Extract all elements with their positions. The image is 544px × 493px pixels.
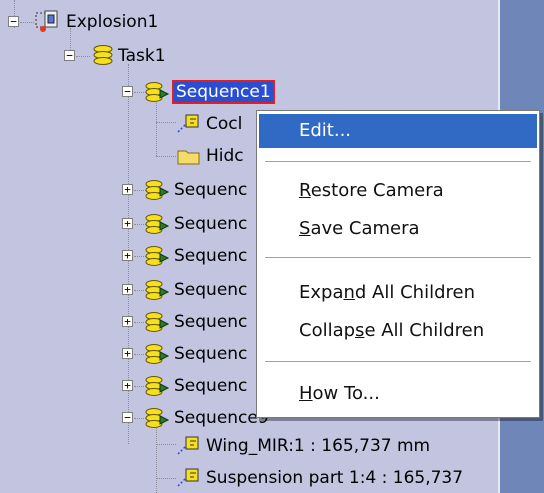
tree-node-sequence[interactable]: Sequenc: [144, 340, 247, 368]
tree-node-label: Explosion1: [66, 12, 159, 32]
menu-accelerator: S: [299, 218, 311, 239]
tree-expander-expand[interactable]: +: [122, 250, 133, 261]
tree-guide-line: [76, 56, 90, 57]
tree-expander-expand[interactable]: +: [122, 348, 133, 359]
menu-item-label: d All Children: [354, 282, 475, 303]
sequence-icon: [145, 82, 170, 102]
menu-item-label: estore Camera: [310, 180, 444, 201]
tree-node-sequence[interactable]: Sequenc: [144, 276, 247, 304]
tree-expander-expand[interactable]: +: [122, 184, 133, 195]
menu-item-label: Edit...: [299, 120, 352, 141]
tree-node-task[interactable]: Task1: [92, 42, 166, 70]
shot-icon: [177, 436, 199, 455]
sequence-icon: [145, 344, 170, 364]
menu-item-label: Collap: [299, 320, 356, 341]
tree-node-sequence-expanded[interactable]: Sequence9: [144, 404, 269, 432]
tree-node-label: Hidc: [206, 146, 244, 166]
sequence-icon: [145, 408, 170, 428]
tree-expander-expand[interactable]: +: [122, 380, 133, 391]
tree-guide-line: [156, 444, 176, 445]
tree-node-label: Sequenc: [174, 180, 248, 200]
tree-node-label: Cocl: [206, 114, 243, 134]
tree-expander-expand[interactable]: +: [122, 284, 133, 295]
menu-item-label: ave Camera: [310, 218, 420, 239]
tree-node-label: Suspension part 1:4 : 165,737: [206, 468, 464, 488]
tree-node-label: Sequenc: [174, 376, 248, 396]
tree-expander-expand[interactable]: +: [122, 316, 133, 327]
tree-node-hidden-folder[interactable]: Hidc: [176, 142, 244, 170]
tree-expander-collapse[interactable]: −: [8, 16, 19, 27]
sequence-icon: [145, 376, 170, 396]
tree-guide-line: [20, 22, 34, 23]
menu-item-how-to[interactable]: How To...: [259, 377, 537, 411]
tree-expander-collapse[interactable]: −: [64, 50, 75, 61]
tree-node-sequence[interactable]: Sequenc: [144, 210, 247, 238]
menu-separator: [265, 361, 531, 363]
menu-item-edit[interactable]: Edit...: [259, 114, 537, 148]
menu-item-save-camera[interactable]: Save Camera: [259, 212, 537, 246]
tree-node-sequence-selected[interactable]: Sequence1: [144, 78, 275, 106]
tree-expander-collapse[interactable]: −: [122, 86, 133, 97]
tree-node-shot-camera[interactable]: Cocl: [176, 110, 242, 138]
sequence-icon: [145, 246, 170, 266]
explosion-icon: [35, 10, 58, 32]
context-menu: Edit... Restore Camera Save Camera Expan…: [256, 110, 540, 418]
menu-item-restore-camera[interactable]: Restore Camera: [259, 174, 537, 208]
tree-node-label: Sequenc: [174, 246, 248, 266]
tree-node-label: Sequenc: [174, 312, 248, 332]
menu-separator: [265, 161, 531, 163]
tree-node-label: Sequenc: [174, 344, 248, 364]
menu-accelerator: R: [299, 180, 311, 201]
sequence-icon: [145, 312, 170, 332]
tree-expander-expand[interactable]: +: [122, 218, 133, 229]
shot-icon: [177, 468, 199, 487]
sequence-icon: [145, 280, 170, 300]
tree-node-sequence[interactable]: Sequenc: [144, 176, 247, 204]
tree-node-label: Sequenc: [174, 280, 248, 300]
tree-node-shot[interactable]: Wing_MIR:1 : 165,737 mm: [176, 432, 430, 460]
shot-icon: [177, 114, 199, 133]
tree-guide-line: [156, 122, 176, 123]
menu-accelerator: H: [299, 383, 313, 404]
menu-item-collapse-all[interactable]: Collapse All Children: [259, 314, 537, 348]
tree-node-sequence[interactable]: Sequenc: [144, 372, 247, 400]
tree-node-label: Wing_MIR:1 : 165,737 mm: [206, 436, 431, 456]
tree-node-sequence[interactable]: Sequenc: [144, 242, 247, 270]
tree-node-sequence[interactable]: Sequenc: [144, 308, 247, 336]
tree-guide-line: [156, 156, 176, 157]
tree-node-label: Sequenc: [174, 214, 248, 234]
menu-item-label: e All Children: [364, 320, 485, 341]
tree-expander-collapse[interactable]: −: [122, 412, 133, 423]
menu-separator: [265, 257, 531, 259]
tree-node-shot[interactable]: Suspension part 1:4 : 165,737: [176, 464, 463, 492]
tree-guide-line: [156, 478, 176, 479]
folder-icon: [177, 150, 200, 165]
sequence-icon: [145, 180, 170, 200]
tree-node-label: Sequence9: [174, 408, 269, 428]
menu-item-label: ow To...: [312, 383, 380, 404]
tree-node-label-selected: Sequence1: [172, 80, 275, 104]
menu-item-expand-all[interactable]: Expand All Children: [259, 276, 537, 310]
tree-guide-line: [156, 100, 157, 156]
menu-accelerator: n: [343, 282, 355, 303]
tree-node-explosion[interactable]: Explosion1: [34, 8, 158, 36]
task-stack-icon: [93, 45, 113, 65]
sequence-icon: [145, 214, 170, 234]
menu-item-label: Expa: [299, 282, 344, 303]
tree-node-label: Task1: [118, 46, 166, 66]
